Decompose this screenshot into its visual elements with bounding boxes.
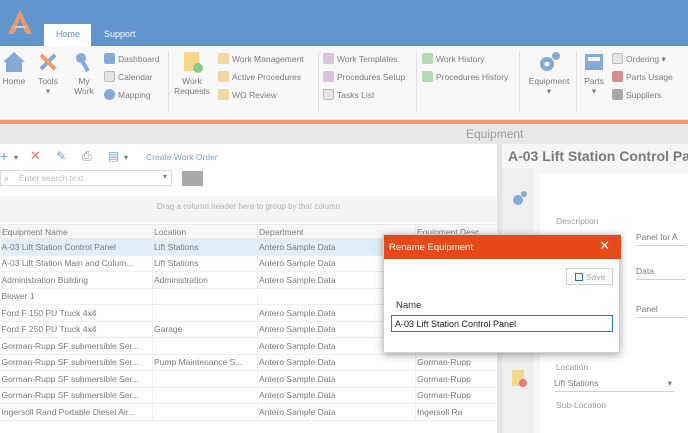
save-button[interactable]: Save (566, 268, 613, 285)
save-icon (575, 273, 583, 281)
modal-backdrop (0, 0, 688, 433)
rename-equipment-dialog: Rename Equipment ✕ Save Name (383, 234, 621, 353)
close-icon[interactable]: ✕ (599, 239, 610, 253)
dialog-title: Rename Equipment (389, 242, 473, 253)
dialog-header: Rename Equipment ✕ (384, 235, 621, 259)
save-label: Save (586, 272, 606, 282)
name-input[interactable] (391, 315, 613, 332)
name-label: Name (396, 300, 422, 311)
